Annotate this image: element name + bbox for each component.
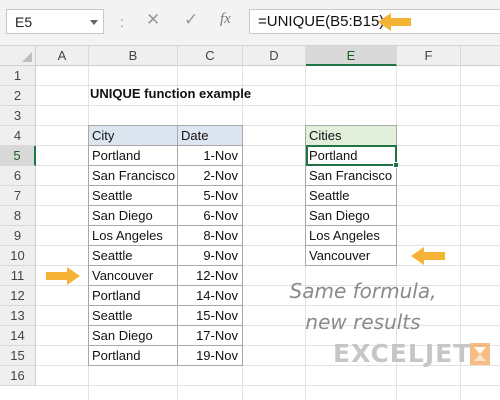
source-city-cell[interactable]: Portland — [89, 146, 178, 166]
logo-mark-icon — [470, 343, 490, 365]
row-header-16[interactable]: 16 — [0, 366, 36, 386]
source-city-cell[interactable]: Vancouver — [89, 266, 178, 286]
source-date-cell[interactable]: 14-Nov — [178, 286, 243, 306]
row-header-15[interactable]: 15 — [0, 346, 36, 366]
source-city-cell[interactable]: Seattle — [89, 186, 178, 206]
source-date-cell[interactable]: 1-Nov — [178, 146, 243, 166]
row-header-8[interactable]: 8 — [0, 206, 36, 226]
arrow-left-icon — [411, 247, 445, 265]
result-city-cell[interactable]: Seattle — [306, 186, 397, 206]
source-date-cell[interactable]: 2-Nov — [178, 166, 243, 186]
arrow-right-icon — [46, 267, 80, 285]
column-header-e[interactable]: E — [306, 46, 397, 66]
row-header-9[interactable]: 9 — [0, 226, 36, 246]
row-header-14[interactable]: 14 — [0, 326, 36, 346]
select-all-triangle-icon — [22, 52, 32, 62]
gridline — [36, 385, 500, 386]
annotation-line-2: new results — [305, 310, 421, 334]
column-header-a[interactable]: A — [36, 46, 89, 66]
source-city-cell[interactable]: San Diego — [89, 326, 178, 346]
column-header-d[interactable]: D — [243, 46, 306, 66]
result-city-cell[interactable]: Vancouver — [306, 246, 397, 266]
source-city-cell[interactable]: Los Angeles — [89, 226, 178, 246]
source-date-cell[interactable]: 5-Nov — [178, 186, 243, 206]
select-all-button[interactable] — [0, 46, 36, 66]
row-header-7[interactable]: 7 — [0, 186, 36, 206]
row-header-11[interactable]: 11 — [0, 266, 36, 286]
exceljet-logo: EXCELJET — [333, 337, 493, 371]
worksheet-grid: A B C D E F 1 2 3 4 5 6 7 8 9 10 11 12 1… — [0, 0, 500, 400]
source-header-city[interactable]: City — [89, 126, 178, 146]
source-city-cell[interactable]: San Diego — [89, 206, 178, 226]
source-city-cell[interactable]: Seattle — [89, 306, 178, 326]
logo-text: EXCELJET — [333, 339, 472, 368]
source-city-cell[interactable]: Seattle — [89, 246, 178, 266]
row-header-6[interactable]: 6 — [0, 166, 36, 186]
source-date-cell[interactable]: 6-Nov — [178, 206, 243, 226]
result-header-cities[interactable]: Cities — [306, 126, 397, 146]
active-cell-selection[interactable] — [306, 145, 397, 166]
row-header-4[interactable]: 4 — [0, 126, 36, 146]
column-header-b[interactable]: B — [89, 46, 178, 66]
column-header-g[interactable] — [461, 46, 500, 66]
column-header-c[interactable]: C — [178, 46, 243, 66]
result-city-cell[interactable]: San Diego — [306, 206, 397, 226]
source-header-date[interactable]: Date — [178, 126, 243, 146]
row-header-10[interactable]: 10 — [0, 246, 36, 266]
row-header-3[interactable]: 3 — [0, 106, 36, 126]
source-date-cell[interactable]: 19-Nov — [178, 346, 243, 366]
source-city-cell[interactable]: Portland — [89, 346, 178, 366]
row-header-12[interactable]: 12 — [0, 286, 36, 306]
source-date-cell[interactable]: 8-Nov — [178, 226, 243, 246]
annotation-line-1: Same formula, — [289, 279, 437, 303]
source-date-cell[interactable]: 15-Nov — [178, 306, 243, 326]
source-city-cell[interactable]: Portland — [89, 286, 178, 306]
row-header-1[interactable]: 1 — [0, 66, 36, 86]
source-city-cell[interactable]: San Francisco — [89, 166, 178, 186]
row-header-5[interactable]: 5 — [0, 146, 36, 166]
source-date-cell[interactable]: 12-Nov — [178, 266, 243, 286]
gridline — [36, 105, 500, 106]
column-header-f[interactable]: F — [397, 46, 461, 66]
result-city-cell[interactable]: San Francisco — [306, 166, 397, 186]
sheet-title[interactable]: UNIQUE function example — [90, 86, 251, 101]
result-city-cell[interactable]: Los Angeles — [306, 226, 397, 246]
row-header-2[interactable]: 2 — [0, 86, 36, 106]
row-header-13[interactable]: 13 — [0, 306, 36, 326]
annotation-note: Same formula, new results — [278, 276, 448, 338]
source-date-cell[interactable]: 9-Nov — [178, 246, 243, 266]
source-date-cell[interactable]: 17-Nov — [178, 326, 243, 346]
fill-handle[interactable] — [393, 162, 399, 168]
